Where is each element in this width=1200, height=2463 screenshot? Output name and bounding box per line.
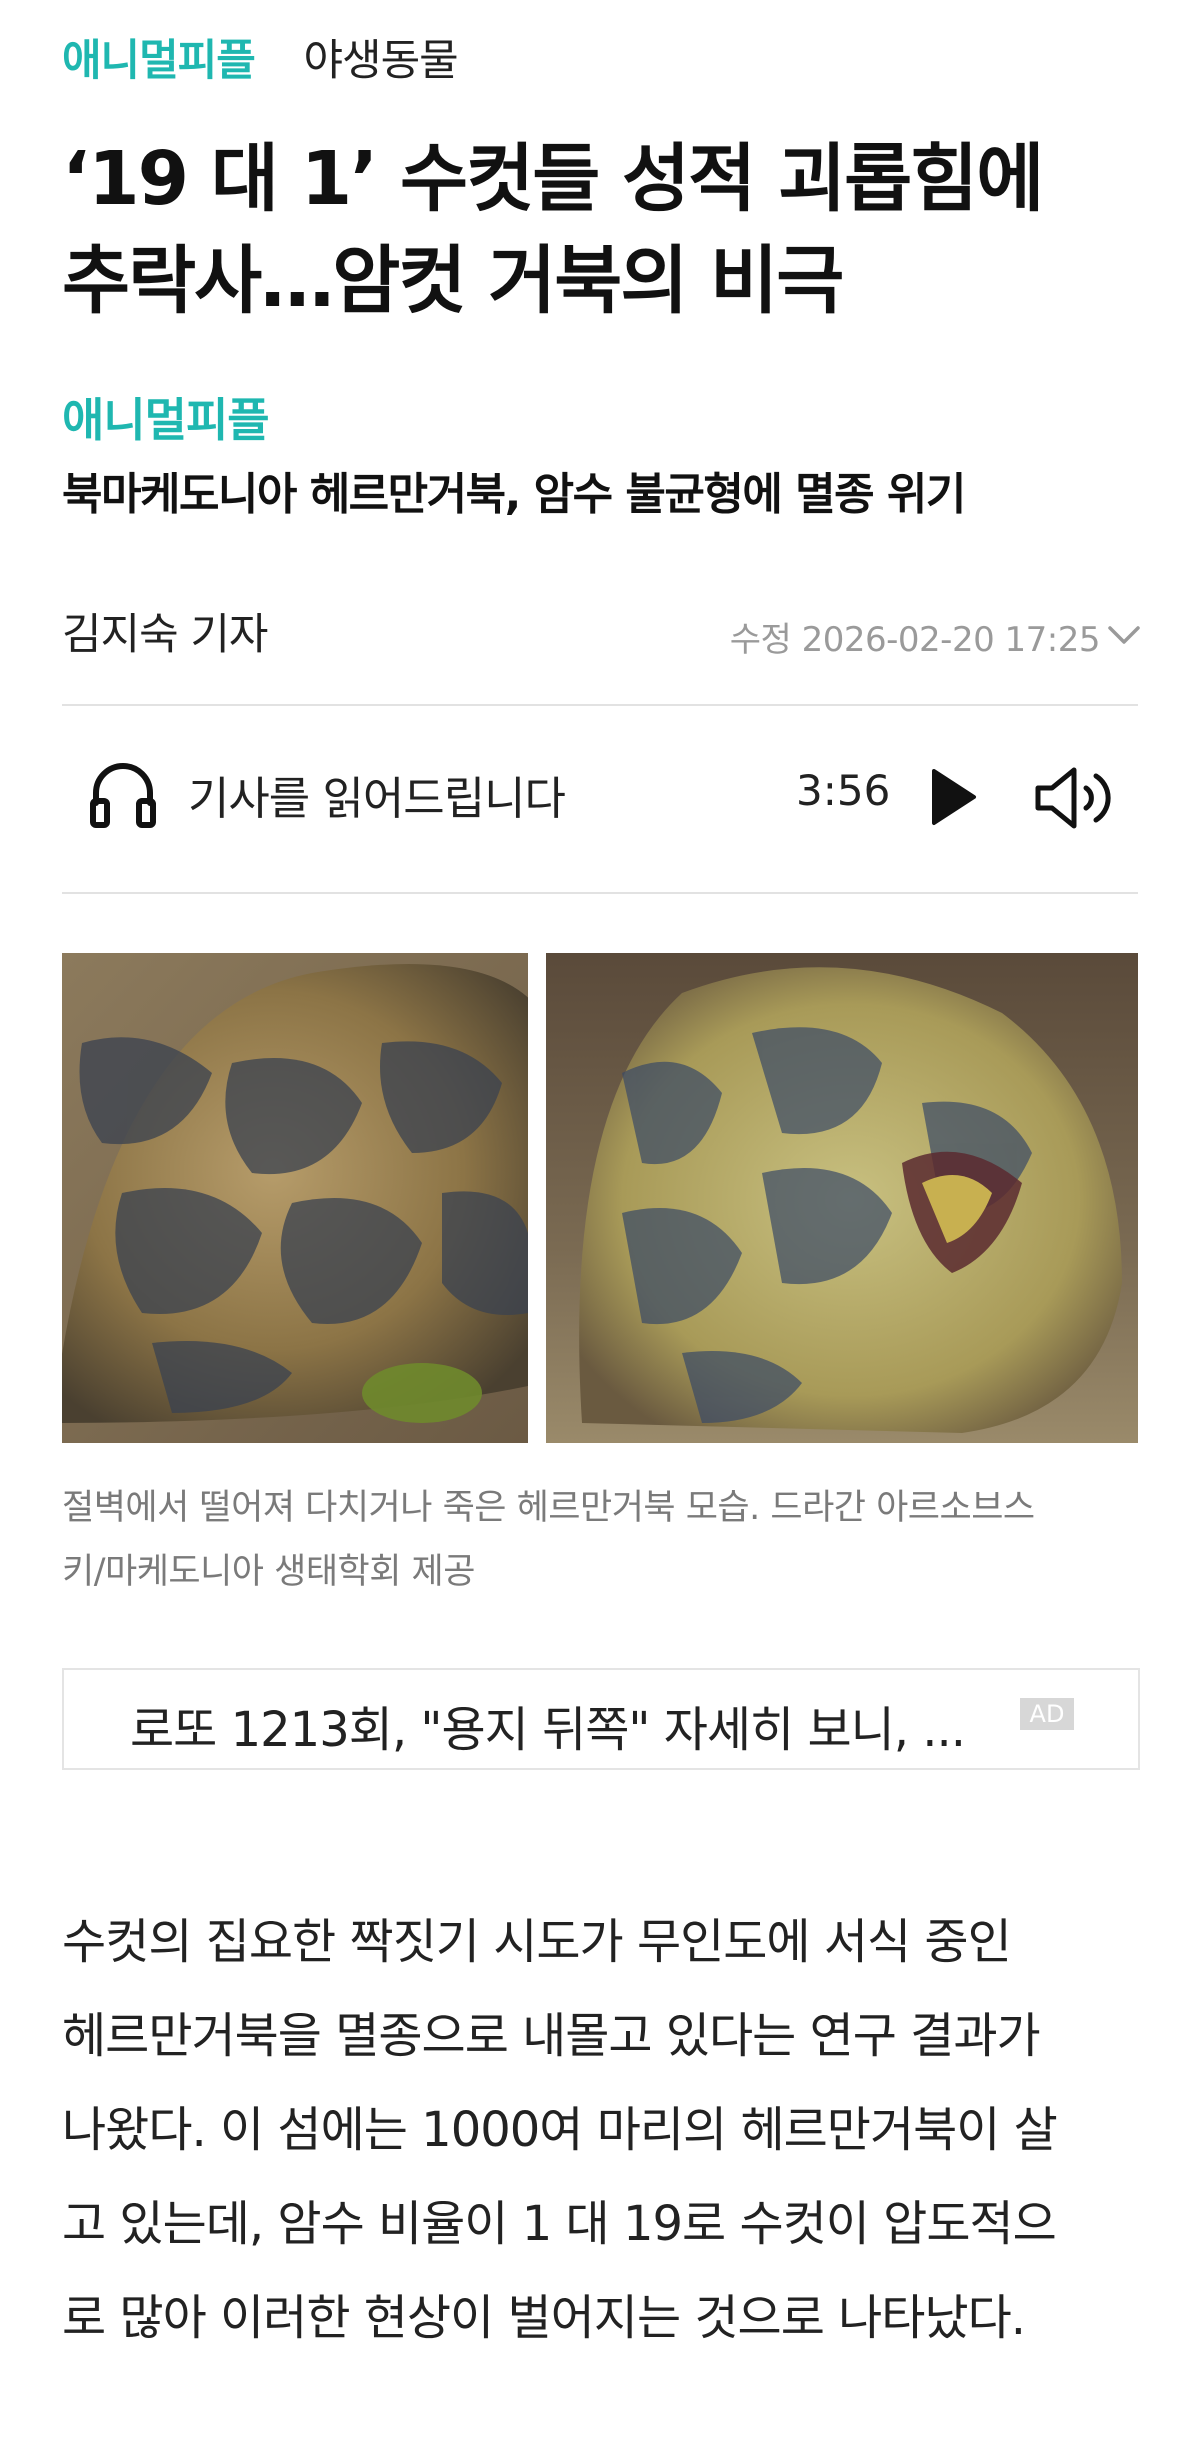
ad-text[interactable]: 로또 1213회, "용지 뒤쪽" 자세히 보니, ... <box>130 1690 966 1760</box>
headline-line-2: 추락사…암컷 거북의 비극 <box>62 238 844 324</box>
caption-line-1: 절벽에서 떨어져 다치거나 죽은 헤르만거북 모습. 드라간 아르소브스 <box>62 1488 1035 1528</box>
divider <box>62 892 1138 894</box>
body-line: 로 많아 이러한 현상이 벌어지는 것으로 나타났다. <box>62 2290 1026 2346</box>
ad-badge: AD <box>1020 1698 1074 1730</box>
updated-timestamp: 수정 2026-02-20 17:25 <box>729 620 1101 660</box>
series-label[interactable]: 애니멀피플 <box>62 384 270 450</box>
speaker-icon[interactable] <box>1032 762 1118 834</box>
article-photo[interactable] <box>62 953 1138 1443</box>
ad-banner[interactable]: 로또 1213회, "용지 뒤쪽" 자세히 보니, ... AD <box>62 1668 1140 1770</box>
tts-label: 기사를 읽어드립니다 <box>188 772 566 825</box>
section-link[interactable]: 애니멀피플 <box>62 36 256 86</box>
headphones-icon <box>90 763 156 828</box>
article-body: 수컷의 집요한 짝짓기 시도가 무인도에 서식 중인 헤르만거북을 멸종으로 내… <box>62 1895 1152 2365</box>
caption-line-2: 키/마케도니아 생태학회 제공 <box>62 1552 475 1592</box>
body-line: 헤르만거북을 멸종으로 내몰고 있다는 연구 결과가 <box>62 2008 1041 2064</box>
body-line: 나왔다. 이 섬에는 1000여 마리의 헤르만거북이 살 <box>62 2102 1058 2158</box>
chevron-down-icon[interactable] <box>1104 620 1144 650</box>
article-subhead: 북마케도니아 헤르만거북, 암수 불균형에 멸종 위기 <box>62 469 966 520</box>
body-line: 고 있는데, 암수 비율이 1 대 19로 수컷이 압도적으 <box>62 2196 1057 2252</box>
tts-duration: 3:56 <box>796 766 891 815</box>
photo-caption: 절벽에서 떨어져 다치거나 죽은 헤르만거북 모습. 드라간 아르소브스 키/마… <box>62 1476 1138 1604</box>
article-page: 애니멀피플 야생동물 ‘19 대 1’ 수컷들 성적 괴롭힘에 추락사…암컷 거… <box>0 0 1200 2463</box>
article-headline: ‘19 대 1’ 수컷들 성적 괴롭힘에 추락사…암컷 거북의 비극 <box>62 128 1142 332</box>
play-icon[interactable] <box>926 765 982 829</box>
author-byline[interactable]: 김지숙 기자 <box>62 600 268 662</box>
category-breadcrumb: 애니멀피플 야생동물 <box>62 26 459 88</box>
divider <box>62 704 1138 706</box>
subsection-link[interactable]: 야생동물 <box>303 36 458 86</box>
body-line: 수컷의 집요한 짝짓기 시도가 무인도에 서식 중인 <box>62 1914 1012 1970</box>
headline-line-1: ‘19 대 1’ 수컷들 성적 괴롭힘에 <box>62 136 1044 222</box>
